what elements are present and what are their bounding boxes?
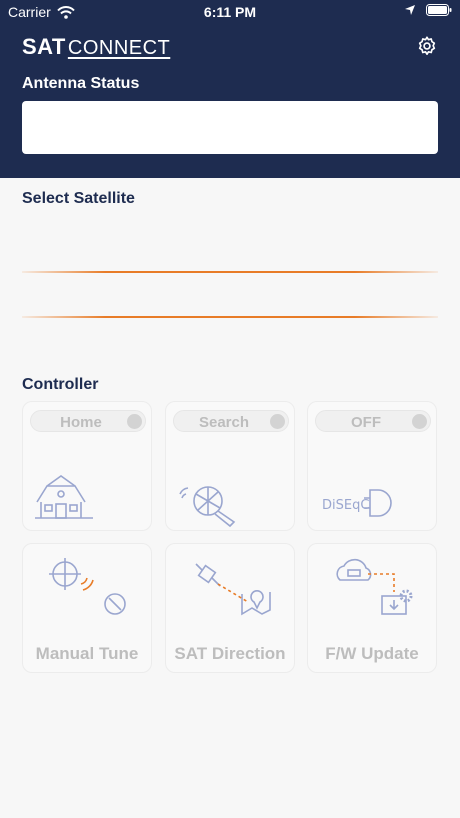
firmware-update-label: F/W Update: [325, 644, 419, 663]
select-satellite-label: Select Satellite: [22, 190, 135, 207]
home-card[interactable]: Home: [22, 401, 152, 531]
status-right: [404, 4, 452, 16]
clock: 6:11 PM: [203, 4, 257, 20]
sat-direction-label: SAT Direction: [174, 644, 286, 663]
battery-icon: [426, 4, 452, 16]
status-bar: Carrier 6:11 PM: [0, 0, 460, 24]
house-icon: [35, 475, 93, 519]
app-logo: SAT CONNECT: [22, 34, 170, 60]
location-icon: [405, 5, 415, 15]
diseqc-card[interactable]: OFF DiSEqC: [307, 401, 437, 531]
satellite-selector-line-2[interactable]: [22, 316, 438, 318]
controller-label: Controller: [22, 376, 99, 393]
manual-tune-label: Manual Tune: [35, 644, 139, 663]
search-satellite-icon: [179, 486, 236, 528]
diseqc-icon: DiSEqC: [322, 489, 392, 517]
sat-direction-button[interactable]: SAT Direction: [165, 543, 295, 673]
antenna-status-label: Antenna Status: [22, 75, 140, 92]
firmware-update-button[interactable]: F/W Update: [307, 543, 437, 673]
satellite-selector-line-1[interactable]: [22, 271, 438, 273]
antenna-status-field: [22, 101, 438, 154]
logo-sat: SAT: [22, 34, 66, 59]
manual-tune-button[interactable]: Manual Tune: [22, 543, 152, 673]
svg-text:DiSEqC: DiSEqC: [322, 498, 369, 513]
search-card[interactable]: Search: [165, 401, 295, 531]
logo-connect: CONNECT: [67, 37, 171, 59]
gear-icon[interactable]: [416, 35, 438, 57]
header: Carrier 6:11 PM SAT CONNECT Antenna Stat…: [0, 0, 460, 178]
